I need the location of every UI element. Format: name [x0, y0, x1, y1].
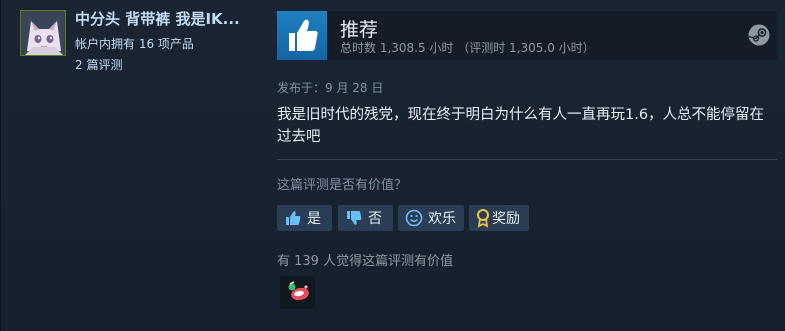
posted-date: 发布于：9 月 28 日 — [277, 81, 384, 95]
review-header[interactable]: 推荐 总时数 1,308.5 小时 （评测时 1,305.0 小时） — [277, 11, 777, 60]
playtime-hours: 总时数 1,308.5 小时 （评测时 1,305.0 小时） — [340, 41, 595, 55]
review-verdict: 推荐 — [340, 19, 379, 41]
review-card: 中分头 背带裤 我是IK... 帐户内拥有 16 项产品 2 篇评测 推荐 总时… — [0, 0, 785, 331]
vote-funny-label: 欢乐 — [428, 211, 456, 227]
vote-yes-button[interactable]: 是 — [277, 205, 332, 231]
products-owned[interactable]: 帐户内拥有 16 项产品 — [75, 35, 194, 52]
user-avatar[interactable] — [20, 10, 66, 56]
thumbs-up-icon — [286, 211, 301, 225]
award-label: 奖励 — [492, 211, 520, 227]
user-name-link[interactable]: 中分头 背带裤 我是IK... — [75, 8, 255, 29]
user-review-count[interactable]: 2 篇评测 — [75, 56, 122, 73]
vote-yes-label: 是 — [307, 211, 321, 227]
review-text: 我是旧时代的残党，现在终于明白为什么有人一直再玩1.6，人总不能停留在过去吧 — [277, 107, 765, 145]
thumbs-down-icon — [347, 211, 362, 225]
smiley-icon — [405, 209, 423, 227]
award-button[interactable]: 奖励 — [469, 205, 529, 231]
laughing-award-icon — [288, 281, 309, 301]
received-award-badge[interactable] — [280, 276, 315, 309]
steam-logo-icon — [748, 24, 770, 46]
helpful-count: 有 139 人觉得这篇评测有价值 — [277, 254, 454, 269]
helpful-question: 这篇评测是否有价值？ — [277, 178, 408, 193]
award-ribbon-icon — [477, 209, 489, 228]
vote-no-button[interactable]: 否 — [338, 205, 393, 231]
recommended-thumb-icon — [277, 11, 327, 60]
divider — [277, 159, 777, 160]
vote-no-label: 否 — [368, 211, 382, 227]
vote-funny-button[interactable]: 欢乐 — [398, 205, 464, 231]
